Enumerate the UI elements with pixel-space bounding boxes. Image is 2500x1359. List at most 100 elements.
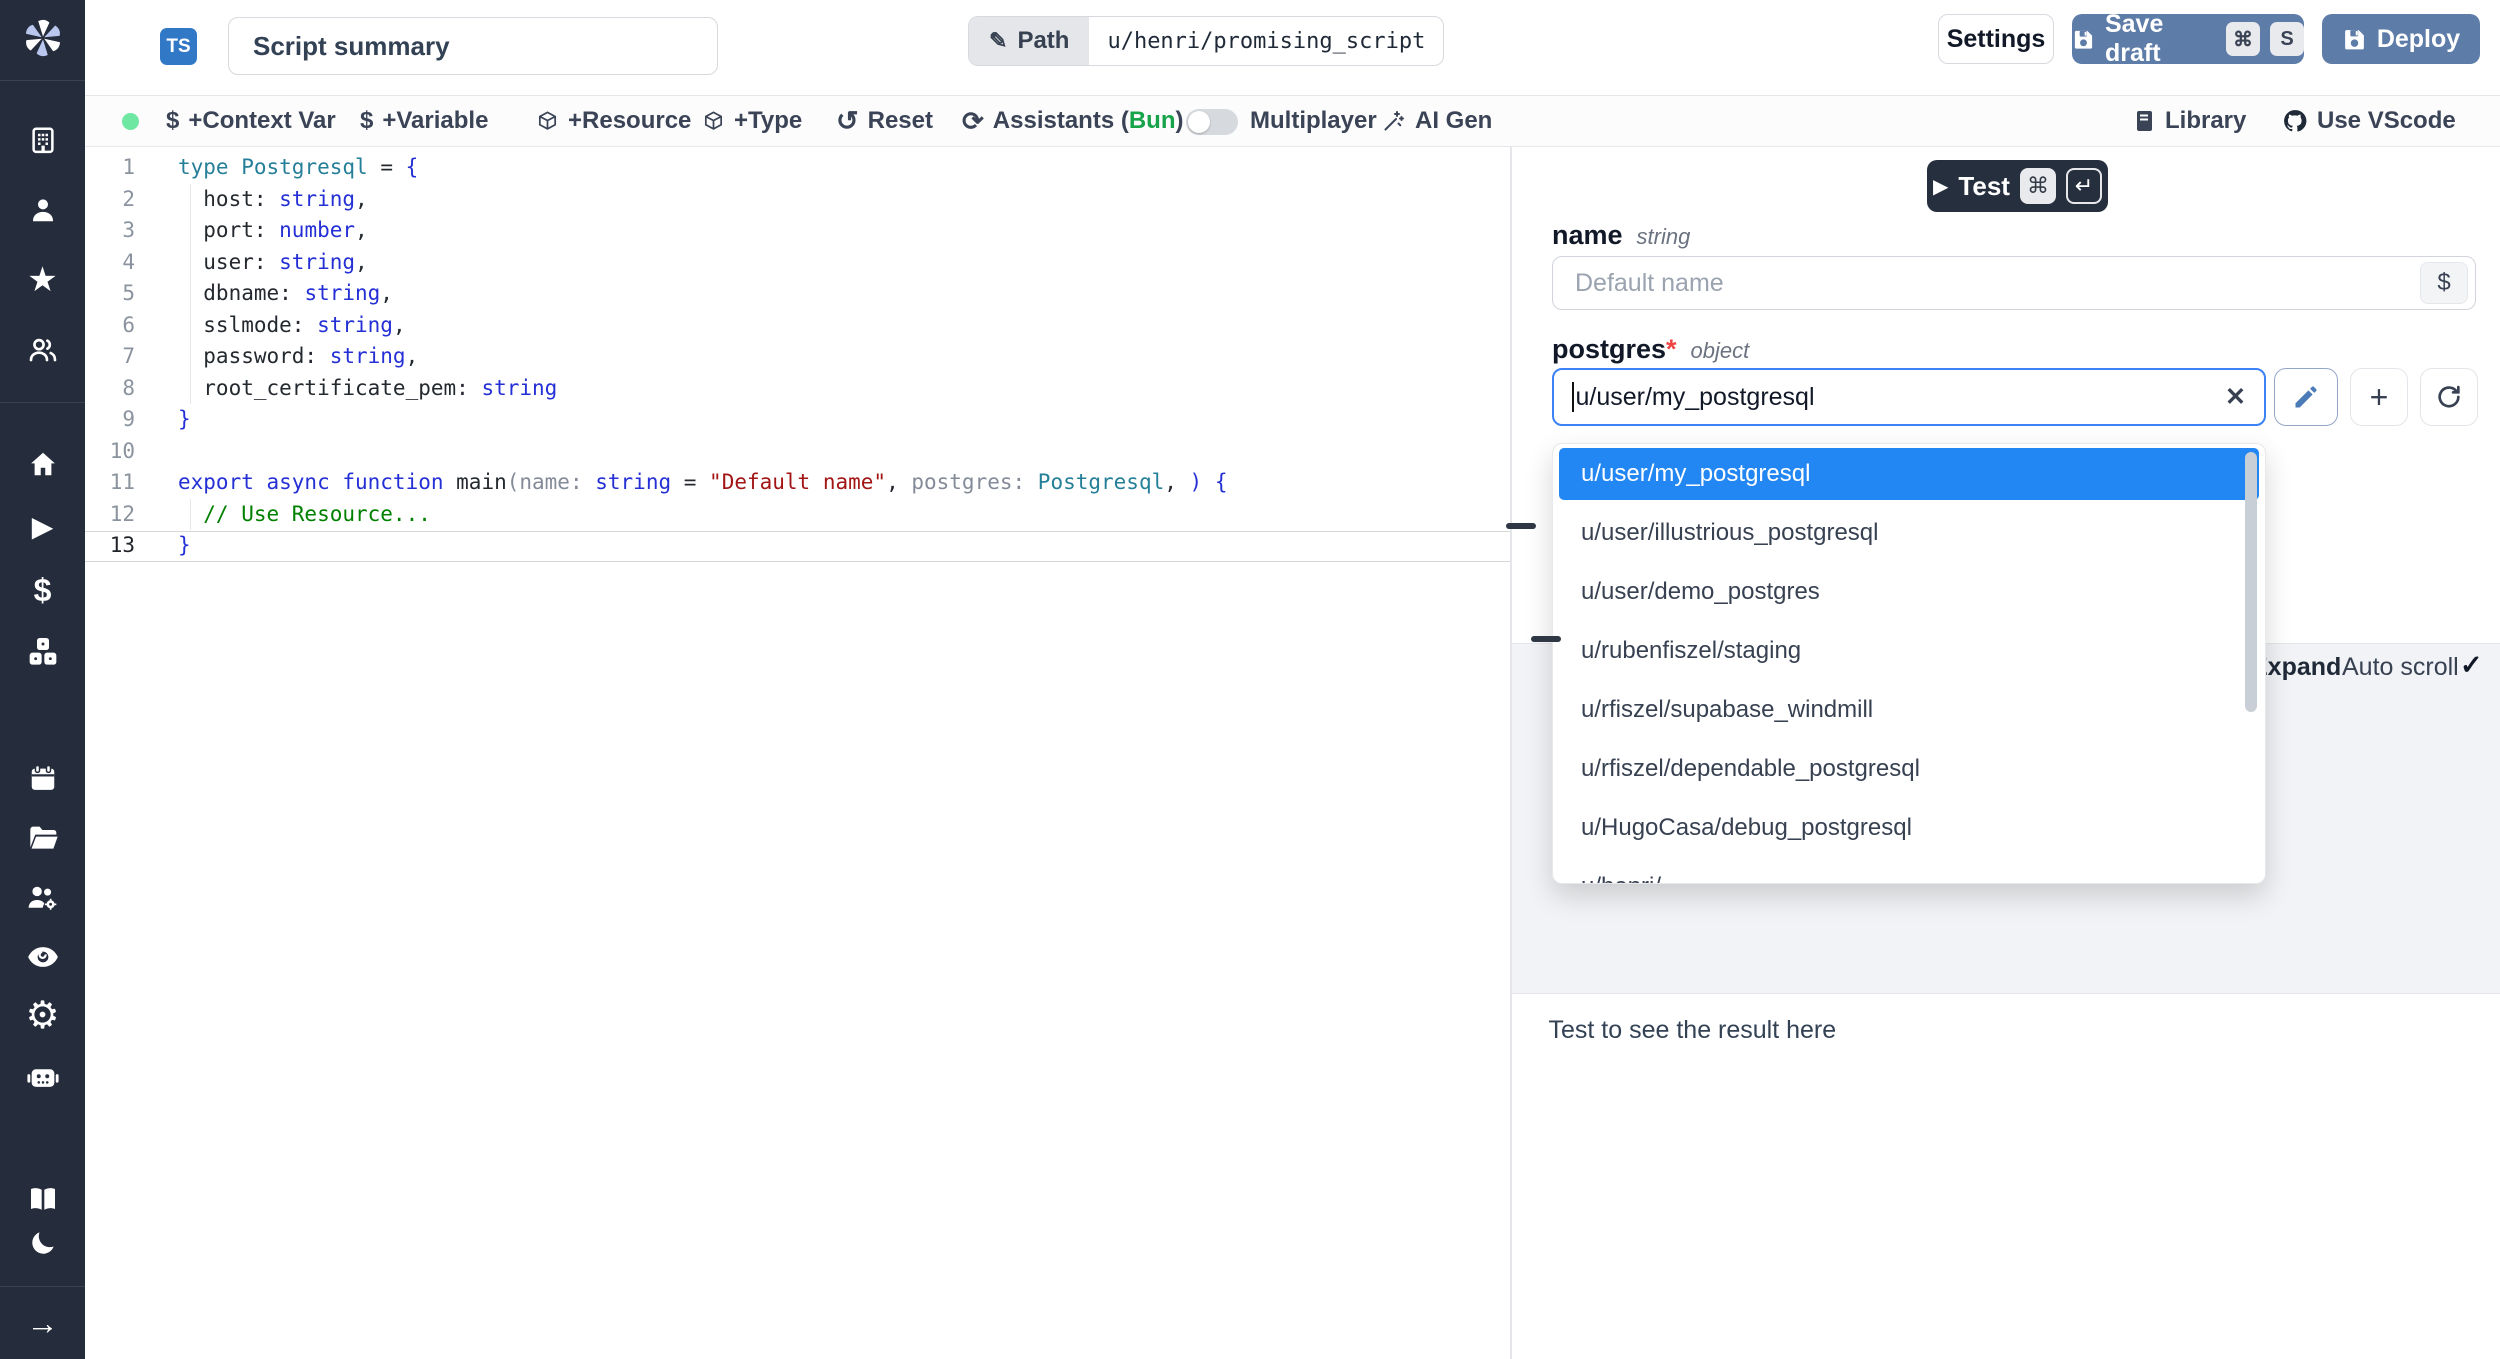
- code-line[interactable]: sslmode: string,: [178, 310, 1510, 342]
- building-icon[interactable]: [0, 118, 85, 162]
- postgres-input-value[interactable]: u/user/my_postgresql: [1576, 383, 2226, 412]
- gear-icon[interactable]: ⚙: [0, 994, 85, 1038]
- use-vscode-button[interactable]: Use VScode: [2282, 96, 2456, 146]
- rail-divider: [0, 402, 85, 403]
- dropdown-item[interactable]: u/HugoCasa/debug_postgresql: [1559, 802, 2259, 854]
- cubes-icon[interactable]: [0, 630, 85, 674]
- windmill-logo-icon: [21, 16, 65, 60]
- code-editor[interactable]: 12345678910111213 type Postgresql = { ho…: [85, 147, 1510, 1359]
- auto-scroll-label[interactable]: Auto scroll: [2342, 653, 2459, 682]
- dropdown-item[interactable]: u/rubenfiszel/staging: [1559, 625, 2259, 677]
- ai-gen-button[interactable]: AI Gen: [1382, 96, 1492, 146]
- refresh-resources-button[interactable]: [2420, 368, 2478, 426]
- book-open-icon[interactable]: [0, 1177, 85, 1221]
- pencil-icon: [2292, 383, 2320, 411]
- deploy-button[interactable]: Deploy: [2322, 14, 2480, 64]
- dropdown-item[interactable]: u/user/my_postgresql: [1559, 448, 2259, 500]
- dropdown-item[interactable]: u/rfiszel/supabase_windmill: [1559, 684, 2259, 736]
- reset-icon: ↺: [836, 106, 859, 137]
- ai-gen-label: AI Gen: [1415, 107, 1492, 135]
- dollar-icon: $: [2437, 269, 2450, 297]
- eye-icon[interactable]: [0, 935, 85, 979]
- code-line[interactable]: host: string,: [178, 184, 1510, 216]
- line-number: 10: [85, 436, 135, 468]
- user-icon[interactable]: [0, 188, 85, 232]
- add-variable-button[interactable]: $ +Variable: [360, 96, 488, 146]
- code-line[interactable]: export async function main(name: string …: [178, 467, 1510, 499]
- line-number: 6: [85, 310, 135, 342]
- line-number: 11: [85, 467, 135, 499]
- add-type-button[interactable]: +Type: [702, 96, 802, 146]
- clear-icon[interactable]: ✕: [2225, 382, 2246, 412]
- refresh-icon: [2435, 383, 2463, 411]
- dollar-icon: $: [166, 107, 179, 135]
- cube-icon: [536, 110, 559, 133]
- add-resource-button-args[interactable]: +: [2350, 368, 2408, 426]
- dropdown-scrollbar[interactable]: [2245, 452, 2257, 712]
- postgres-field-label: postgres*object: [1552, 334, 1749, 365]
- code-line[interactable]: root_certificate_pem: string: [178, 373, 1510, 405]
- dropdown-item[interactable]: u/user/illustrious_postgresql: [1559, 507, 2259, 559]
- typescript-badge: TS: [160, 28, 197, 65]
- code-line[interactable]: // Use Resource...: [178, 499, 1510, 531]
- settings-button[interactable]: Settings: [1938, 14, 2054, 64]
- line-number: 7: [85, 341, 135, 373]
- add-resource-button[interactable]: +Resource: [536, 96, 691, 146]
- dropdown-item[interactable]: u/user/demo_postgres: [1559, 566, 2259, 618]
- code-line[interactable]: [178, 436, 1510, 468]
- assistants-language: Bun: [1129, 107, 1176, 134]
- rail-divider: [0, 80, 85, 81]
- dropdown-item[interactable]: u/henri/…: [1559, 861, 2259, 884]
- insert-variable-button[interactable]: $: [2420, 262, 2468, 304]
- plus-icon: +: [2370, 379, 2389, 416]
- code-line[interactable]: }: [178, 404, 1510, 436]
- play-icon[interactable]: ▶: [0, 505, 85, 549]
- test-button[interactable]: ▶ Test ⌘ ↵: [1927, 160, 2108, 212]
- folder-open-icon[interactable]: [0, 816, 85, 860]
- path-label: Path: [1017, 27, 1069, 55]
- code-line[interactable]: }: [178, 530, 1510, 562]
- code-line[interactable]: port: number,: [178, 215, 1510, 247]
- edit-resource-button[interactable]: [2274, 368, 2338, 426]
- users-gear-icon[interactable]: [0, 876, 85, 920]
- reset-button[interactable]: ↺ Reset: [836, 96, 933, 146]
- path-chip[interactable]: ✎ Path u/henri/promising_script: [968, 16, 1444, 66]
- save-icon: [2072, 27, 2095, 52]
- postgres-resource-input[interactable]: u/user/my_postgresql ✕: [1552, 368, 2266, 426]
- multiplayer-toggle[interactable]: [1186, 109, 1238, 135]
- moon-icon[interactable]: [0, 1221, 85, 1265]
- code-content[interactable]: type Postgresql = { host: string, port: …: [178, 152, 1510, 562]
- users-icon[interactable]: [0, 328, 85, 372]
- code-line[interactable]: type Postgresql = {: [178, 152, 1510, 184]
- star-icon[interactable]: ★: [0, 258, 85, 302]
- code-line[interactable]: user: string,: [178, 247, 1510, 279]
- home-icon[interactable]: [0, 442, 85, 486]
- code-line[interactable]: dbname: string,: [178, 278, 1510, 310]
- save-draft-button[interactable]: Save draft ⌘ S: [2072, 14, 2304, 64]
- path-value[interactable]: u/henri/promising_script: [1089, 17, 1443, 65]
- command-key-icon: ⌘: [2226, 22, 2260, 56]
- assistants-button[interactable]: ⟳ Assistants (Bun): [962, 96, 1184, 146]
- check-icon[interactable]: ✓: [2460, 650, 2483, 681]
- dropdown-item[interactable]: u/rfiszel/dependable_postgresql: [1559, 743, 2259, 795]
- book-icon: [2132, 109, 2156, 133]
- command-key-icon: ⌘: [2020, 168, 2056, 204]
- windmill-logo[interactable]: [0, 16, 85, 60]
- calendar-icon[interactable]: [0, 756, 85, 800]
- horizontal-splitter-handle[interactable]: [1531, 636, 1561, 642]
- arrow-right-icon[interactable]: →: [0, 1301, 85, 1345]
- robot-icon[interactable]: [0, 1055, 85, 1099]
- deploy-label: Deploy: [2377, 25, 2460, 54]
- script-summary-input[interactable]: [228, 17, 718, 75]
- name-input[interactable]: [1552, 256, 2476, 310]
- reset-label: Reset: [868, 107, 933, 135]
- vertical-splitter-handle[interactable]: [1506, 523, 1536, 529]
- library-button[interactable]: Library: [2132, 96, 2246, 146]
- path-chip-label[interactable]: ✎ Path: [969, 17, 1089, 65]
- editor-toolbar: $ +Context Var $ +Variable +Resource +Ty…: [85, 96, 2500, 147]
- line-number: 5: [85, 278, 135, 310]
- add-context-var-button[interactable]: $ +Context Var: [166, 96, 336, 146]
- code-line[interactable]: password: string,: [178, 341, 1510, 373]
- required-asterisk: *: [1666, 334, 1677, 364]
- dollar-icon[interactable]: $: [0, 568, 85, 612]
